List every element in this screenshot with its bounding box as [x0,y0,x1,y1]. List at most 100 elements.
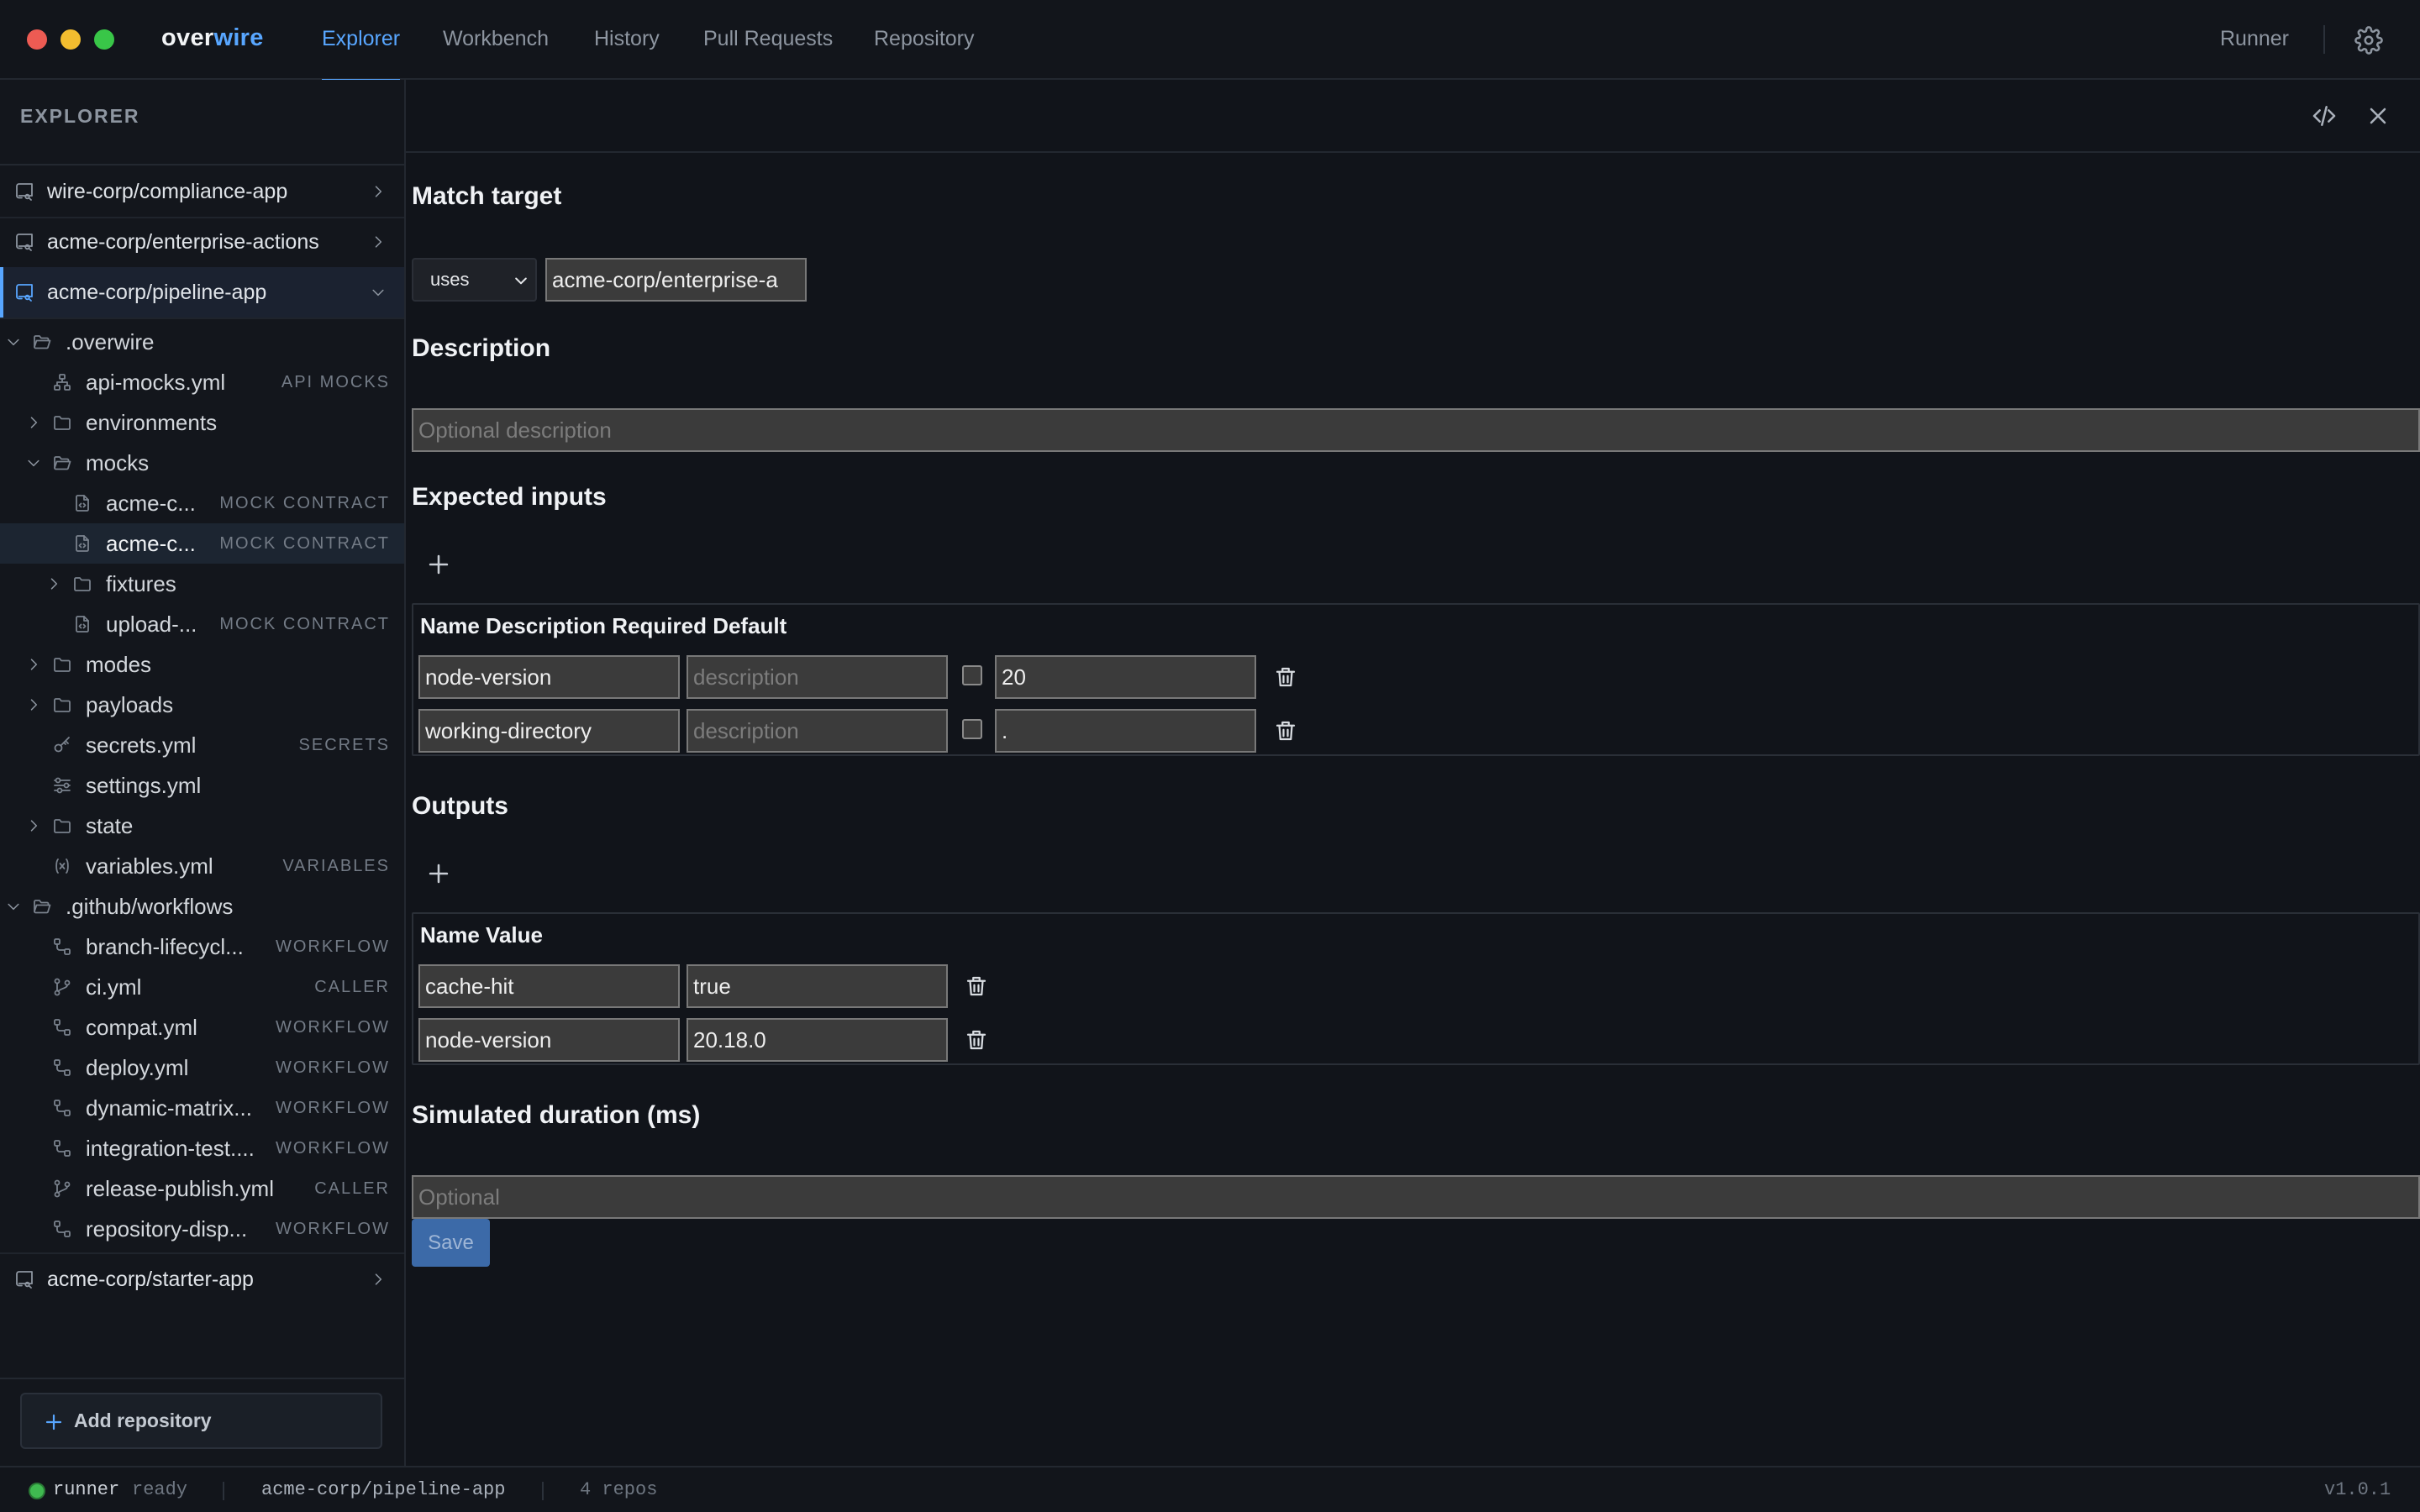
input-name-field[interactable] [418,709,680,753]
description-input[interactable] [412,408,2420,452]
tree-file[interactable]: secrets.yml SECRETS [0,725,404,765]
tree-file[interactable]: integration-test.... WORKFLOW [0,1128,404,1168]
save-button[interactable]: Save [412,1219,490,1267]
sidebar-title: EXPLORER [20,105,140,127]
tab-workbench[interactable]: Workbench [443,0,549,80]
repo-item[interactable]: wire-corp/compliance-app [0,166,404,217]
tree-folder[interactable]: environments [0,402,404,443]
trash-icon[interactable] [1273,718,1298,743]
folder-icon [54,819,71,833]
chevron-down-icon[interactable] [5,333,22,350]
tree-file[interactable]: branch-lifecycl... WORKFLOW [0,927,404,967]
output-name-field[interactable] [418,1018,680,1062]
file-type-badge: WORKFLOW [276,1139,390,1158]
tree-item-label: variables.yml [86,853,213,879]
add-output-button[interactable] [424,859,453,888]
trash-icon[interactable] [964,1027,989,1053]
tree-folder[interactable]: payloads [0,685,404,725]
chevron-right-icon[interactable] [25,656,42,673]
window-close-dot[interactable] [27,29,47,50]
divider [406,151,2420,153]
repo-icon [16,1271,33,1289]
variable-icon [55,858,69,874]
close-icon[interactable] [2365,102,2391,129]
input-required-checkbox[interactable] [962,719,982,739]
add-repository-button[interactable]: Add repository [20,1393,382,1449]
file-type-badge: WORKFLOW [276,1018,390,1037]
input-default-field[interactable] [995,655,1256,699]
workflow-icon [54,1019,71,1036]
tab-history[interactable]: History [594,0,660,80]
git-branch-icon [54,978,71,996]
input-name-field[interactable] [418,655,680,699]
input-description-field[interactable] [687,709,948,753]
tree-file[interactable]: release-publish.yml CALLER [0,1168,404,1209]
chevron-down-icon[interactable] [25,454,42,471]
runner-link[interactable]: Runner [2220,0,2289,78]
file-type-badge: VARIABLES [282,857,390,875]
repo-count: 4 repos [580,1479,658,1500]
chevron-down-icon[interactable] [5,898,22,915]
repo-item[interactable]: acme-corp/pipeline-app [0,267,404,318]
chevron-down-icon[interactable] [370,284,387,301]
tree-file[interactable]: upload-... MOCK CONTRACT [0,604,404,644]
add-input-button[interactable] [424,550,453,579]
chevron-right-icon[interactable] [25,696,42,713]
tree-file[interactable]: acme-c... MOCK CONTRACT [0,483,404,523]
tree-file[interactable]: dynamic-matrix... WORKFLOW [0,1088,404,1128]
chevron-right-icon[interactable] [45,575,62,592]
add-repository-label: Add repository [74,1410,212,1431]
output-value-field[interactable] [687,1018,948,1062]
window-minimize-dot[interactable] [60,29,81,50]
tree-file[interactable]: repository-disp... WORKFLOW [0,1209,404,1249]
repo-item[interactable]: acme-corp/starter-app [0,1254,404,1305]
trash-icon[interactable] [964,974,989,999]
tree-folder[interactable]: mocks [0,443,404,483]
repo-label: acme-corp/pipeline-app [47,281,267,304]
divider [542,1482,544,1500]
tree-file[interactable]: ci.yml CALLER [0,967,404,1007]
input-description-field[interactable] [687,655,948,699]
tree-folder[interactable]: .overwire [0,322,404,362]
tab-explorer[interactable]: Explorer [322,0,401,81]
tree-folder[interactable]: fixtures [0,564,404,604]
repo-item[interactable]: acme-corp/enterprise-actions [0,217,404,267]
tree-file[interactable]: api-mocks.yml API MOCKS [0,362,404,402]
match-target-input[interactable] [545,258,807,302]
runner-status-icon [29,1483,45,1499]
tree-folder[interactable]: .github/workflows [0,886,404,927]
chevron-right-icon[interactable] [370,1271,387,1288]
duration-input[interactable] [412,1175,2420,1219]
tree-file[interactable]: settings.yml [0,765,404,806]
tree-item-label: api-mocks.yml [86,370,226,395]
tree-item-label: .github/workflows [66,894,234,919]
output-name-field[interactable] [418,964,680,1008]
tree-file[interactable]: acme-c... MOCK CONTRACT [0,523,404,564]
output-value-field[interactable] [687,964,948,1008]
window-maximize-dot[interactable] [94,29,114,50]
tab-pull-requests[interactable]: Pull Requests [703,0,833,80]
tree-file[interactable]: variables.yml VARIABLES [0,846,404,886]
gear-icon[interactable] [2354,26,2383,55]
sliders-icon [54,777,71,794]
input-default-field[interactable] [995,709,1256,753]
trash-icon[interactable] [1273,664,1298,690]
tree-folder[interactable]: modes [0,644,404,685]
chevron-right-icon[interactable] [25,817,42,834]
file-code-icon [76,535,89,552]
status-bar: runner ready acme-corp/pipeline-app 4 re… [0,1466,2420,1512]
chevron-right-icon[interactable] [25,414,42,431]
match-mode-select[interactable]: uses [412,258,537,302]
tree-file[interactable]: deploy.yml WORKFLOW [0,1047,404,1088]
folder-icon [54,698,71,712]
tree-item-label: compat.yml [86,1015,197,1040]
chevron-right-icon[interactable] [370,234,387,250]
tree-file[interactable]: compat.yml WORKFLOW [0,1007,404,1047]
code-view-icon[interactable] [2311,102,2338,129]
tree-folder[interactable]: state [0,806,404,846]
input-required-checkbox[interactable] [962,665,982,685]
chevron-right-icon[interactable] [370,183,387,200]
runner-state: ready [132,1479,188,1500]
tab-repository[interactable]: Repository [874,0,975,80]
active-repo-label[interactable]: acme-corp/pipeline-app [261,1467,505,1512]
